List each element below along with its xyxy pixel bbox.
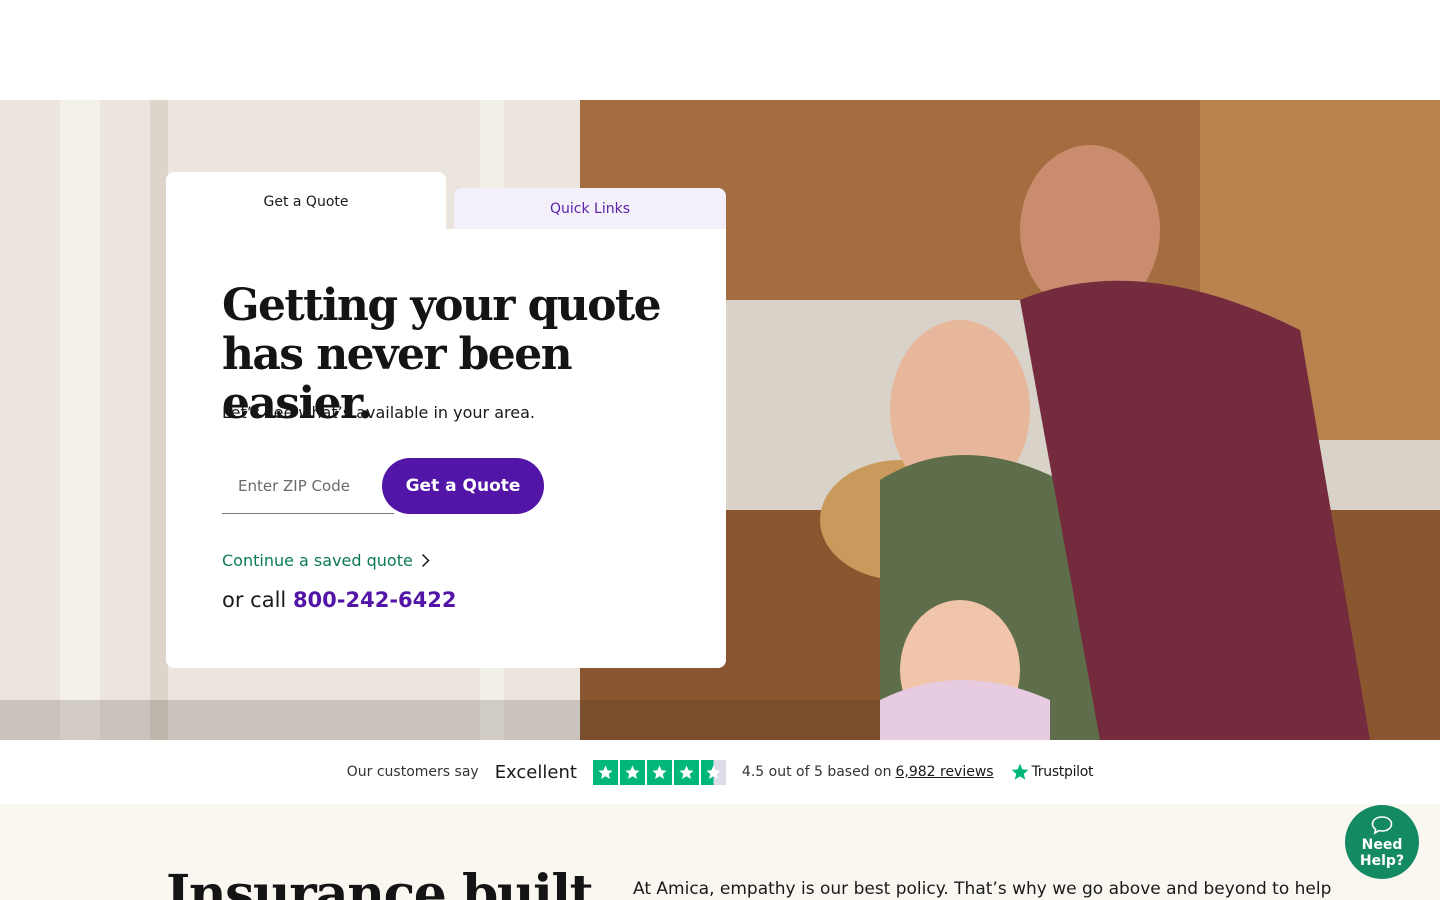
star-icon bbox=[673, 759, 699, 785]
need-help-line1: Need bbox=[1361, 837, 1403, 853]
phone-link[interactable]: 800-242-6422 bbox=[293, 588, 457, 612]
reviews-link[interactable]: 6,982 reviews bbox=[895, 764, 993, 780]
intro-section: Insurance built At Amica, empathy is our… bbox=[0, 804, 1440, 900]
need-help-chat-button[interactable]: Need Help? bbox=[1345, 805, 1419, 879]
tab-quick-links-label: Quick Links bbox=[549, 201, 630, 217]
star-icon bbox=[646, 759, 672, 785]
intro-text: At Amica, empathy is our best policy. Th… bbox=[633, 879, 1332, 899]
trustpilot-logo[interactable]: Trustpilot bbox=[1010, 762, 1094, 782]
saved-quote-label: Continue a saved quote bbox=[222, 551, 413, 570]
rating-stars bbox=[592, 759, 726, 785]
tab-quick-links[interactable]: Quick Links bbox=[454, 188, 726, 230]
need-help-line2: Help? bbox=[1359, 853, 1405, 869]
zip-code-input[interactable] bbox=[222, 458, 394, 514]
star-half-icon bbox=[700, 759, 726, 785]
hero-section: Get a Quote Quick Links Getting your quo… bbox=[0, 100, 1440, 740]
rating-excellent-text: Excellent bbox=[494, 761, 577, 783]
continue-saved-quote-link[interactable]: Continue a saved quote bbox=[222, 551, 430, 570]
star-icon bbox=[592, 759, 618, 785]
quote-title-line1: Getting your quote bbox=[222, 280, 662, 331]
call-line: or call 800-242-6422 bbox=[222, 588, 457, 612]
quote-card-subtitle: Let’s see what’s available in your area. bbox=[222, 403, 535, 422]
chat-bubble-icon bbox=[1371, 816, 1393, 835]
chevron-right-icon bbox=[421, 553, 430, 568]
star-icon bbox=[619, 759, 645, 785]
trustpilot-rating-bar: Our customers say Excellent 4.5 out of 5… bbox=[0, 740, 1440, 804]
rating-score-text: 4.5 out of 5 based on bbox=[741, 764, 892, 780]
trustpilot-brand-text: Trustpilot bbox=[1031, 764, 1094, 780]
get-a-quote-button[interactable]: Get a Quote bbox=[382, 458, 544, 514]
customers-say-text: Our customers say bbox=[346, 764, 479, 780]
intro-heading: Insurance built bbox=[166, 864, 594, 900]
header-bar bbox=[0, 0, 1440, 100]
call-prefix: or call bbox=[222, 588, 287, 612]
quote-card: Getting your quote has never been easier… bbox=[166, 229, 726, 668]
trustpilot-star-icon bbox=[1011, 763, 1028, 780]
